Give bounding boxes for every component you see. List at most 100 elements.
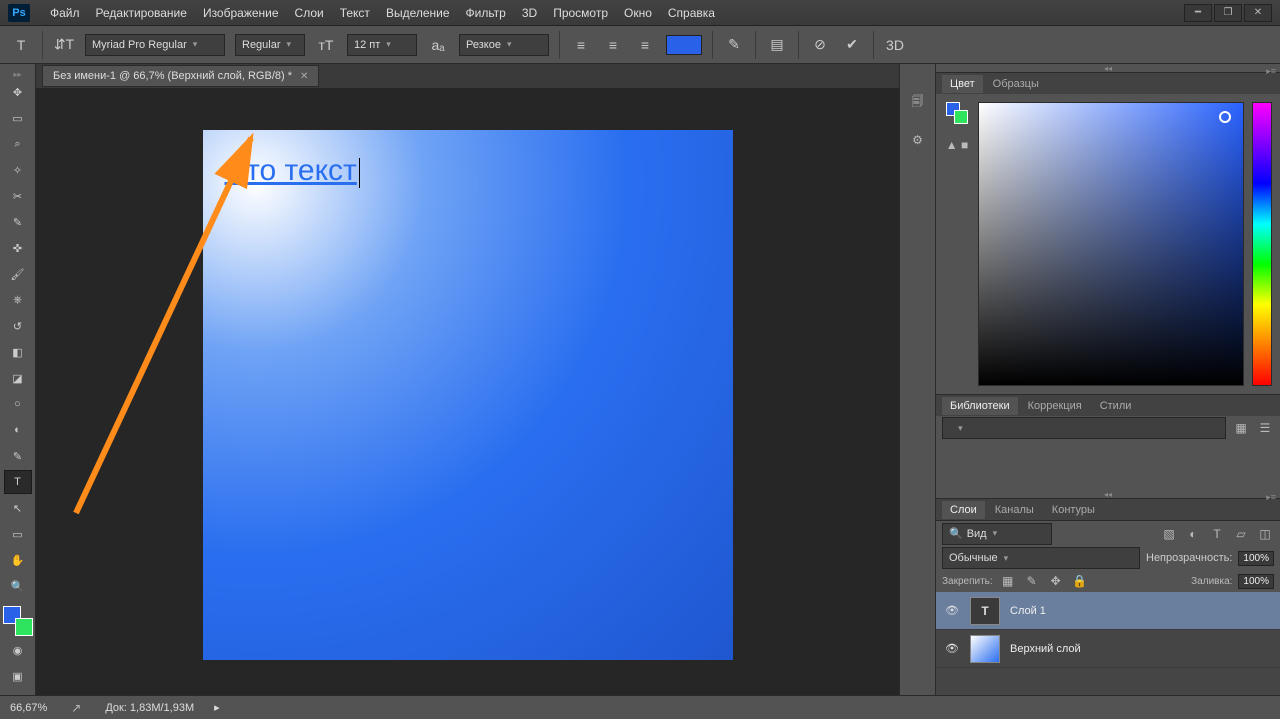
zoom-level[interactable]: 66,67%: [10, 702, 47, 714]
panel-grip[interactable]: ◂◂▸≡: [936, 490, 1280, 498]
screenmode-tool[interactable]: ▣: [4, 664, 32, 688]
menu-layer[interactable]: Слои: [287, 2, 332, 24]
tool-preset-icon[interactable]: T: [10, 34, 32, 56]
healing-tool[interactable]: ✜: [4, 236, 32, 260]
layer-thumbnail[interactable]: T: [970, 597, 1000, 625]
marquee-tool[interactable]: ▭: [4, 106, 32, 130]
menu-view[interactable]: Просмотр: [545, 2, 616, 24]
filter-shape-icon[interactable]: ▱: [1232, 527, 1250, 541]
zoom-popup-icon[interactable]: ↗: [67, 701, 85, 715]
filter-type-icon[interactable]: T: [1208, 527, 1226, 541]
menu-help[interactable]: Справка: [660, 2, 723, 24]
align-left-icon[interactable]: ≡: [570, 34, 592, 56]
layer-name[interactable]: Верхний слой: [1010, 643, 1081, 655]
lock-position-icon[interactable]: ✥: [1047, 574, 1065, 588]
layer-item[interactable]: 👁 Верхний слой: [936, 630, 1280, 668]
flyout-menu-icon[interactable]: ▸≡: [1266, 66, 1276, 77]
doc-size[interactable]: Док: 1,83M/1,93M: [105, 702, 194, 714]
filter-adjustment-icon[interactable]: ◐: [1184, 527, 1202, 541]
canvas-text-layer[interactable]: Это текст: [225, 154, 360, 188]
rectangle-tool[interactable]: ▭: [4, 522, 32, 546]
3d-icon[interactable]: 3D: [884, 34, 906, 56]
tab-styles[interactable]: Стили: [1092, 397, 1140, 415]
lock-all-icon[interactable]: 🔒: [1071, 574, 1089, 588]
tab-adjustments[interactable]: Коррекция: [1020, 397, 1090, 415]
tab-swatches[interactable]: Образцы: [985, 75, 1047, 93]
cancel-icon[interactable]: ⊘: [809, 34, 831, 56]
align-right-icon[interactable]: ≡: [634, 34, 656, 56]
eraser-tool[interactable]: ◧: [4, 340, 32, 364]
magic-wand-tool[interactable]: ✧: [4, 158, 32, 182]
brush-tool[interactable]: 🖌: [4, 262, 32, 286]
move-tool[interactable]: ✥: [4, 80, 32, 104]
visibility-icon[interactable]: 👁: [944, 604, 960, 617]
fill-value[interactable]: 100%: [1238, 574, 1274, 589]
canvas[interactable]: Это текст: [203, 130, 733, 660]
visibility-icon[interactable]: 👁: [944, 642, 960, 655]
layer-name[interactable]: Слой 1: [1010, 605, 1046, 617]
menu-filter[interactable]: Фильтр: [458, 2, 514, 24]
close-button[interactable]: ✕: [1244, 4, 1272, 22]
menu-file[interactable]: Файл: [42, 2, 88, 24]
font-style-dropdown[interactable]: Regular: [235, 34, 305, 56]
menu-image[interactable]: Изображение: [195, 2, 287, 24]
zoom-tool[interactable]: 🔍: [4, 574, 32, 598]
opacity-value[interactable]: 100%: [1238, 551, 1274, 566]
filter-smart-icon[interactable]: ◫: [1256, 527, 1274, 541]
text-color-button[interactable]: [666, 35, 702, 55]
hand-tool[interactable]: ✋: [4, 548, 32, 572]
canvas-viewport[interactable]: Это текст: [36, 88, 899, 695]
font-family-dropdown[interactable]: Myriad Pro Regular: [85, 34, 225, 56]
history-panel-icon[interactable]: 🗐: [909, 92, 927, 113]
status-more-icon[interactable]: ▸: [214, 701, 220, 714]
document-tab[interactable]: Без имени-1 @ 66,7% (Верхний слой, RGB/8…: [42, 65, 319, 87]
flyout-menu-icon[interactable]: ▸≡: [1266, 492, 1276, 503]
fg-bg-swatch[interactable]: [946, 102, 968, 124]
align-center-icon[interactable]: ≡: [602, 34, 624, 56]
panel-grip[interactable]: ◂◂▸≡: [936, 64, 1280, 72]
menu-text[interactable]: Текст: [332, 2, 378, 24]
warp-text-icon[interactable]: ✎: [723, 34, 745, 56]
lock-pixels-icon[interactable]: ▦: [999, 574, 1017, 588]
color-swatches[interactable]: [3, 606, 33, 636]
color-picker-field[interactable]: [978, 102, 1244, 386]
dodge-tool[interactable]: ◐: [4, 418, 32, 442]
eyedropper-tool[interactable]: ✎: [4, 210, 32, 234]
stamp-tool[interactable]: ⎈: [4, 288, 32, 312]
tab-close-icon[interactable]: ✕: [300, 71, 308, 82]
antialias-dropdown[interactable]: Резкое: [459, 34, 549, 56]
crop-tool[interactable]: ✂: [4, 184, 32, 208]
text-orientation-icon[interactable]: ⇵T: [53, 34, 75, 56]
panel-grip[interactable]: ▸▸: [13, 70, 21, 78]
maximize-button[interactable]: ❐: [1214, 4, 1242, 22]
lock-brush-icon[interactable]: ✎: [1023, 574, 1041, 588]
commit-icon[interactable]: ✔: [841, 34, 863, 56]
layer-item[interactable]: 👁 T Слой 1: [936, 592, 1280, 630]
menu-3d[interactable]: 3D: [514, 2, 545, 24]
history-brush-tool[interactable]: ↺: [4, 314, 32, 338]
filter-image-icon[interactable]: ▧: [1160, 527, 1178, 541]
tab-layers[interactable]: Слои: [942, 501, 985, 519]
blur-tool[interactable]: ○: [4, 392, 32, 416]
view-grid-icon[interactable]: ▦: [1232, 421, 1250, 435]
menu-select[interactable]: Выделение: [378, 2, 458, 24]
type-tool[interactable]: T: [4, 470, 32, 494]
layer-thumbnail[interactable]: [970, 635, 1000, 663]
font-size-dropdown[interactable]: 12 пт: [347, 34, 417, 56]
lasso-tool[interactable]: ⌕: [4, 132, 32, 156]
character-panel-icon[interactable]: ▤: [766, 34, 788, 56]
menu-edit[interactable]: Редактирование: [88, 2, 195, 24]
tab-channels[interactable]: Каналы: [987, 501, 1042, 519]
layer-filter-kind[interactable]: 🔍Вид: [942, 523, 1052, 545]
quickmask-tool[interactable]: ◉: [4, 638, 32, 662]
tab-libraries[interactable]: Библиотеки: [942, 397, 1018, 415]
hue-slider[interactable]: [1252, 102, 1272, 386]
pen-tool[interactable]: ✎: [4, 444, 32, 468]
library-dropdown[interactable]: [942, 417, 1226, 439]
minimize-button[interactable]: ━: [1184, 4, 1212, 22]
tab-paths[interactable]: Контуры: [1044, 501, 1103, 519]
properties-panel-icon[interactable]: ⚙: [909, 133, 927, 147]
view-list-icon[interactable]: ☰: [1256, 421, 1274, 435]
gradient-tool[interactable]: ◪: [4, 366, 32, 390]
blend-mode-dropdown[interactable]: Обычные: [942, 547, 1140, 569]
